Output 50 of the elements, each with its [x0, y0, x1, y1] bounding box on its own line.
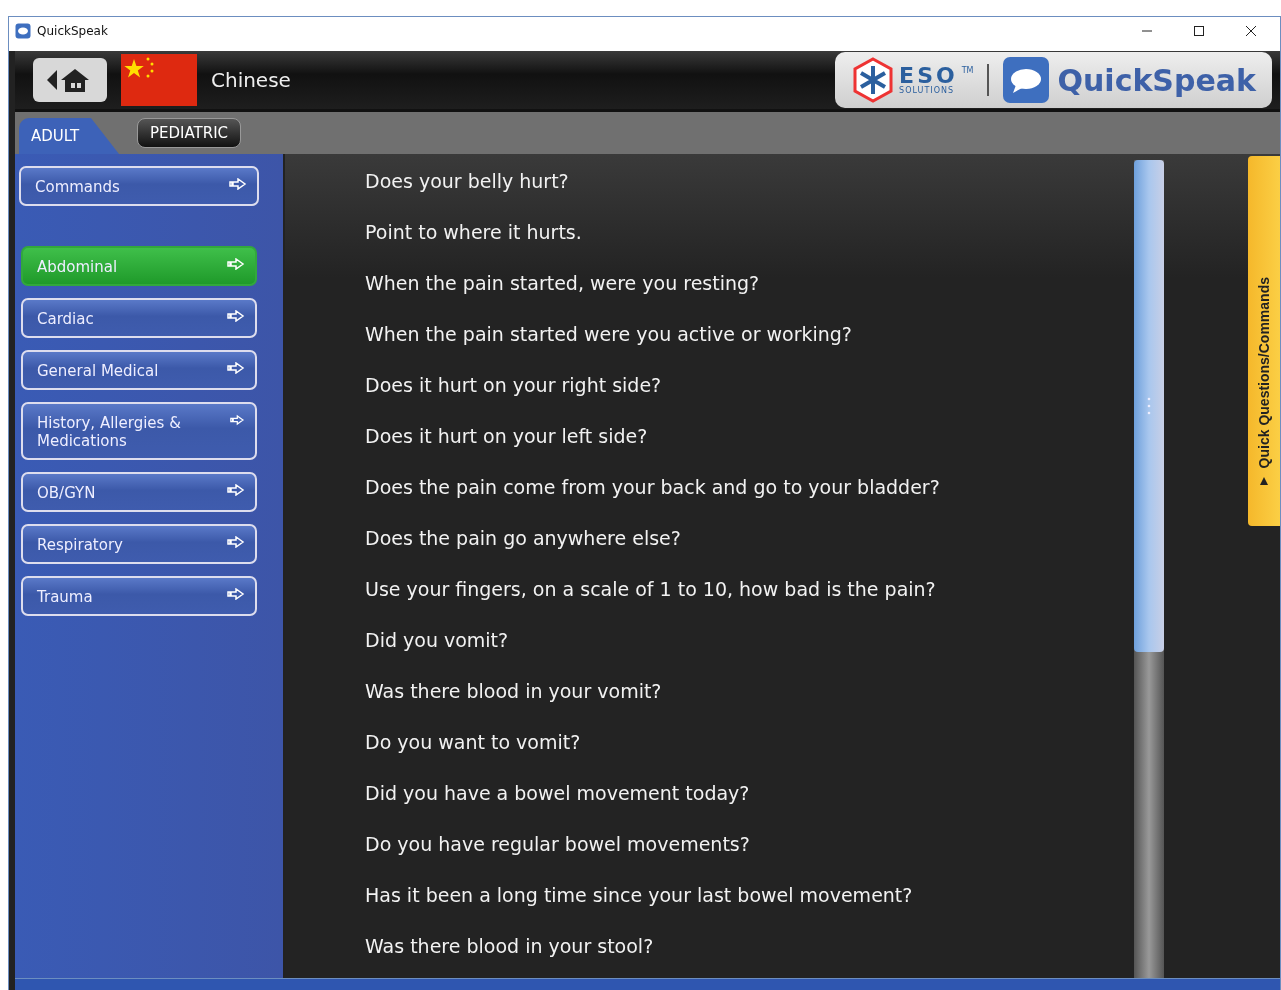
category-button[interactable]: Cardiac — [21, 298, 257, 338]
question-item[interactable]: Does the pain go anywhere else? — [365, 519, 1134, 570]
snowflake-logo-icon — [851, 56, 896, 104]
category-button[interactable]: History, Allergies & Medications — [21, 402, 257, 460]
question-item[interactable]: Do you have regular bowel movements? — [365, 825, 1134, 876]
brand-name: QuickSpeak — [1057, 62, 1256, 98]
arrow-icon — [227, 310, 245, 322]
arrow-icon — [227, 536, 245, 548]
question-item[interactable]: Did you vomit? — [365, 621, 1134, 672]
triangle-icon — [1259, 476, 1269, 486]
question-item[interactable]: Does your belly hurt? — [365, 162, 1134, 213]
flag-icon — [121, 54, 197, 106]
back-home-button[interactable] — [33, 58, 107, 102]
question-item[interactable]: Was there blood in your stool? — [365, 927, 1134, 978]
logo-subtext: SOLUTIONS — [899, 87, 955, 95]
close-icon — [1245, 25, 1257, 37]
question-item[interactable]: Was there blood in your vomit? — [365, 672, 1134, 723]
audience-tab[interactable]: PEDIATRIC — [137, 118, 242, 148]
question-item[interactable]: Does it hurt on your right side? — [365, 366, 1134, 417]
window-title: QuickSpeak — [37, 24, 109, 38]
category-button[interactable]: Commands — [19, 166, 259, 206]
category-button[interactable]: Trauma — [21, 576, 257, 616]
question-item[interactable]: Did you have a bowel movement today? — [365, 774, 1134, 825]
trademark-mark: TM — [961, 66, 974, 75]
arrow-icon — [229, 178, 247, 190]
app-icon — [15, 23, 31, 39]
arrow-icon — [227, 484, 245, 496]
question-item[interactable]: Does the pain come from your back and go to your bladder? — [365, 468, 1134, 519]
maximize-icon — [1193, 25, 1205, 37]
logo-text: ESO — [899, 65, 958, 87]
arrow-icon — [227, 362, 245, 374]
quick-questions-tab[interactable]: Quick Questions/Commands — [1248, 156, 1280, 526]
question-item[interactable]: Use your fingers, on a scale of 1 to 10, how bad is the pain? — [365, 570, 1134, 621]
arrow-icon — [230, 414, 245, 426]
scroll-thumb[interactable] — [1134, 160, 1164, 652]
question-item[interactable]: When the pain started were you active or working? — [365, 315, 1134, 366]
question-item[interactable]: Do you want to vomit? — [365, 723, 1134, 774]
speech-bubble-icon — [1003, 57, 1050, 103]
question-item[interactable]: When the pain started, were you resting? — [365, 264, 1134, 315]
question-item[interactable]: Point to where it hurts. — [365, 213, 1134, 264]
category-button[interactable]: Respiratory — [21, 524, 257, 564]
arrow-icon — [227, 258, 245, 270]
category-button[interactable]: General Medical — [21, 350, 257, 390]
arrow-icon — [227, 588, 245, 600]
question-item[interactable]: Has it been a long time since your last bowel movement? — [365, 876, 1134, 927]
audience-tab[interactable]: ADULT — [19, 118, 119, 154]
category-button[interactable]: OB/GYN — [21, 472, 257, 512]
language-label: Chinese — [211, 68, 292, 92]
question-item[interactable]: Does it hurt on your left side? — [365, 417, 1134, 468]
scrollbar[interactable] — [1134, 160, 1164, 978]
